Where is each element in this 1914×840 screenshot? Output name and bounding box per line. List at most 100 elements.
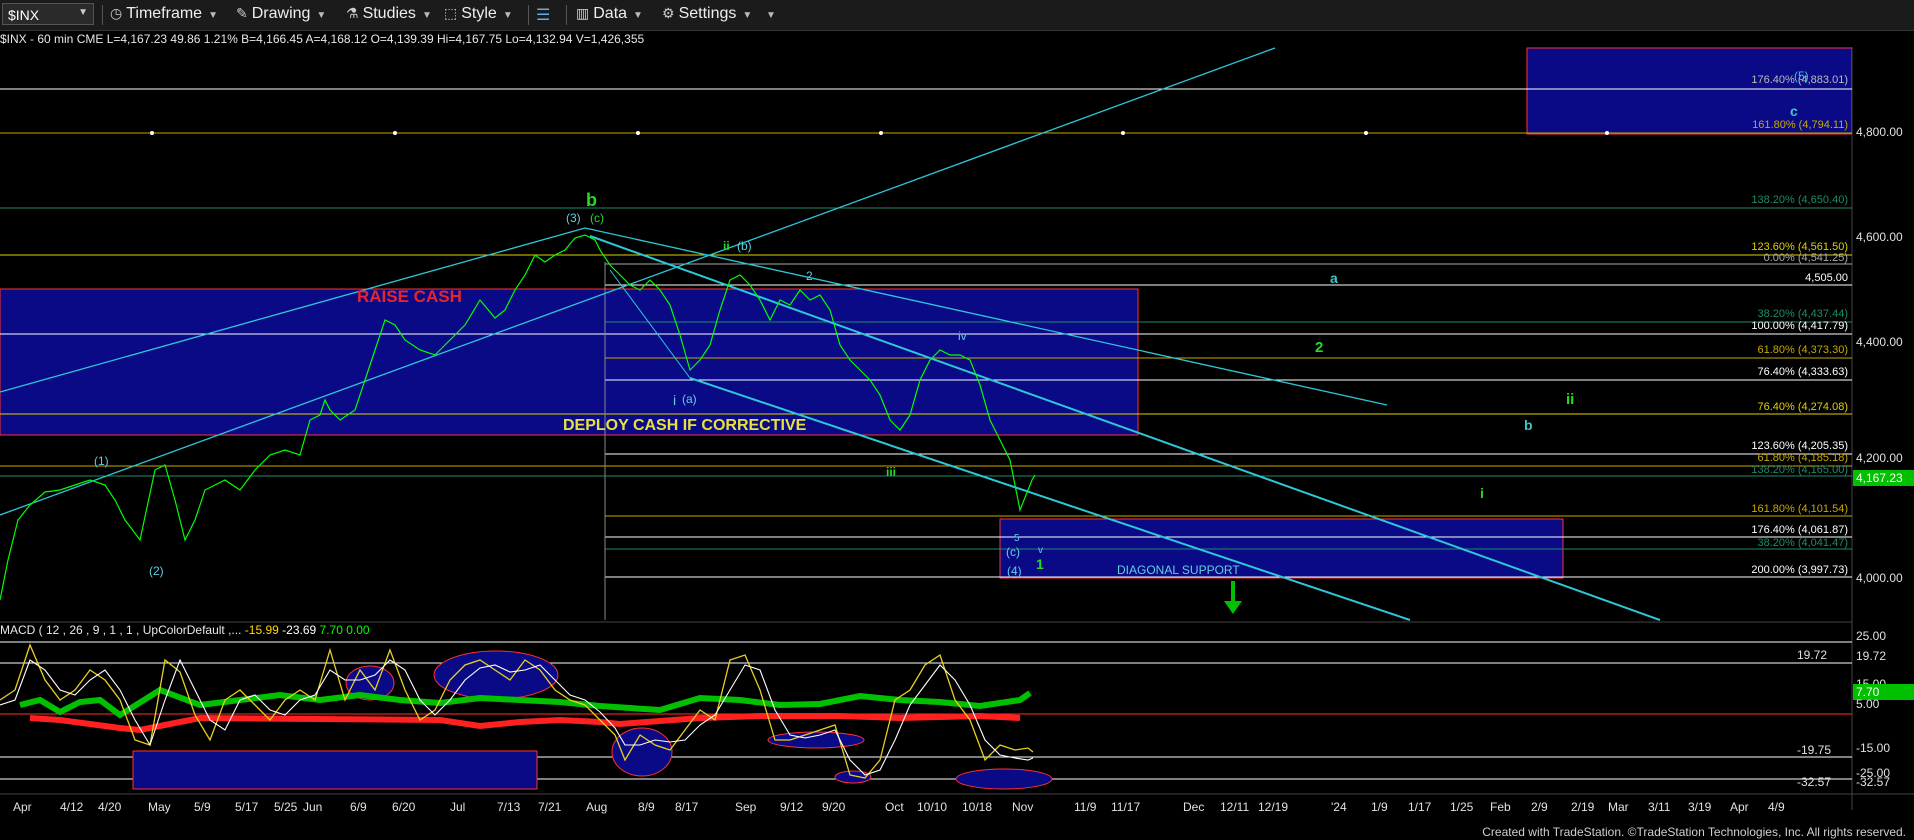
x-axis-tick: 12/19: [1258, 800, 1288, 814]
x-axis-tick: 6/9: [350, 800, 367, 814]
wave-label: (5): [1794, 69, 1809, 83]
fib-label: 61.80% (4,185.18): [1757, 452, 1848, 464]
x-axis-tick: 5/17: [235, 800, 259, 814]
x-axis: Apr 4/12 4/20 May 5/9 5/17 5/25 Jun 6/9 6/20 Jul 7/…: [13, 800, 1785, 814]
wave-label: (2): [149, 564, 164, 578]
macd-value: 0.00: [346, 623, 370, 637]
macd-line-label: -19.75: [1797, 743, 1831, 757]
x-axis-tick: 3/11: [1648, 800, 1671, 814]
macd-tick: -15.00: [1856, 741, 1890, 755]
wave-label: (b): [737, 239, 752, 253]
fib-label: 123.60% (4,205.35): [1751, 440, 1848, 452]
macd-tick: -32.57: [1856, 775, 1890, 789]
raise-cash-label: RAISE CASH: [357, 287, 462, 306]
macd-tick: 19.72: [1856, 649, 1886, 663]
macd-value: 7.70: [319, 623, 343, 637]
x-axis-tick: 9/20: [822, 800, 846, 814]
fib-label: 161.80% (4,101.54): [1751, 503, 1848, 515]
x-axis-tick: Oct: [885, 800, 904, 814]
fib-label: 76.40% (4,274.08): [1757, 401, 1848, 413]
fib-label: 138.20% (4,165.00): [1751, 464, 1848, 476]
x-axis-tick: 8/9: [638, 800, 655, 814]
wave-label: ii: [1566, 391, 1574, 408]
macd-plot: [0, 641, 1852, 790]
x-axis-tick: Apr: [1730, 800, 1749, 814]
x-axis-tick: 5/9: [194, 800, 211, 814]
chart-area[interactable]: 176.40% (4,883.01) 161.80% (4,794.11) 13…: [0, 0, 1914, 840]
wave-label: (c): [1006, 545, 1020, 559]
x-axis-tick: Aug: [586, 800, 607, 814]
macd-ellipse: [611, 727, 673, 777]
x-axis-tick: 7/13: [497, 800, 521, 814]
diagonal-support-label: DIAGONAL SUPPORT: [1117, 563, 1240, 577]
x-axis-tick: 10/18: [962, 800, 992, 814]
macd-label: MACD ( 12 , 26 , 9 , 1 , 1 , UpColorDefa…: [0, 623, 242, 637]
fib-label: 200.00% (3,997.73): [1751, 564, 1848, 576]
wave-label: a: [1330, 270, 1338, 286]
macd-ellipse: [955, 768, 1053, 790]
x-axis-tick: 9/12: [780, 800, 804, 814]
price-tick: 4,600.00: [1856, 230, 1903, 244]
x-axis-tick: May: [148, 800, 171, 814]
x-axis-tick: 11/17: [1111, 800, 1140, 814]
macd-value: -23.69: [282, 623, 317, 637]
x-axis-tick: 2/9: [1531, 800, 1548, 814]
wave-label: v: [1038, 545, 1043, 556]
macd-tick: 25.00: [1856, 629, 1886, 643]
wave-label: b: [1524, 417, 1533, 433]
svg-text:4,167.23: 4,167.23: [1856, 471, 1903, 485]
price-tick: 4,400.00: [1856, 335, 1903, 349]
wave-label: b: [586, 190, 597, 210]
fib-label: 76.40% (4,333.63): [1757, 366, 1848, 378]
wave-label: (1): [94, 454, 109, 468]
x-axis-tick: Jun: [303, 800, 322, 814]
x-axis-tick: Sep: [735, 800, 757, 814]
fib-label: 176.40% (4,061.87): [1751, 524, 1848, 536]
x-axis-tick: 10/10: [917, 800, 947, 814]
x-axis-tick: 1/25: [1450, 800, 1474, 814]
macd-ellipse: [433, 650, 559, 700]
macd-value: -15.99: [244, 623, 279, 637]
x-axis-tick: Feb: [1490, 800, 1511, 814]
x-axis-tick: 1/9: [1371, 800, 1388, 814]
x-axis-tick: 6/20: [392, 800, 416, 814]
wave-label: 2: [806, 269, 813, 283]
price-tick: 4,000.00: [1856, 571, 1903, 585]
macd-line-label: 19.72: [1797, 648, 1827, 662]
x-axis-tick: 3/19: [1688, 800, 1712, 814]
wave-label: i: [1480, 485, 1484, 501]
wave-label: (4): [1007, 564, 1022, 578]
deploy-cash-label: DEPLOY CASH IF CORRECTIVE: [563, 417, 807, 434]
wave-label: (a): [682, 392, 697, 406]
wave-label: (c): [590, 211, 604, 225]
wave-label: iii: [886, 465, 896, 479]
wave-label: i: [673, 392, 676, 408]
x-axis-tick: 5/25: [274, 800, 298, 814]
fib-label: 61.80% (4,373.30): [1757, 344, 1848, 356]
arrow-down-icon: [1224, 581, 1242, 614]
x-axis-tick: 12/11: [1220, 800, 1249, 814]
x-axis-tick: 8/17: [675, 800, 699, 814]
wave-label: ii: [723, 239, 730, 253]
wave-label: 1: [1036, 556, 1044, 572]
raise-cash-box: [0, 288, 1139, 436]
x-axis-tick: 11/9: [1074, 800, 1097, 814]
x-axis-tick: 1/17: [1408, 800, 1432, 814]
price-axis: 4,800.00 4,600.00 4,400.00 4,200.00 4,00…: [1853, 125, 1914, 585]
x-axis-tick: Jul: [450, 800, 465, 814]
fib-label: 161.80% (4,794.11): [1752, 119, 1848, 131]
fib-label: 100.00% (4,417.79): [1751, 320, 1848, 332]
wave-label: c: [1790, 103, 1798, 119]
x-axis-tick: 4/9: [1768, 800, 1785, 814]
macd-header: MACD ( 12 , 26 , 9 , 1 , 1 , UpColorDefa…: [0, 623, 370, 637]
x-axis-tick: Mar: [1608, 800, 1629, 814]
macd-line-label: -32.57: [1797, 775, 1831, 789]
x-axis-tick: 2/19: [1571, 800, 1595, 814]
x-axis-tick: Nov: [1012, 800, 1033, 814]
wave-label: iv: [958, 329, 967, 343]
fib-label: 38.20% (4,041.47): [1757, 537, 1848, 549]
x-axis-tick: Apr: [13, 800, 32, 814]
wave-label: 5: [1014, 533, 1020, 544]
x-axis-tick: 7/21: [538, 800, 562, 814]
fib-label: 0.00% (4,541.25): [1764, 252, 1848, 264]
